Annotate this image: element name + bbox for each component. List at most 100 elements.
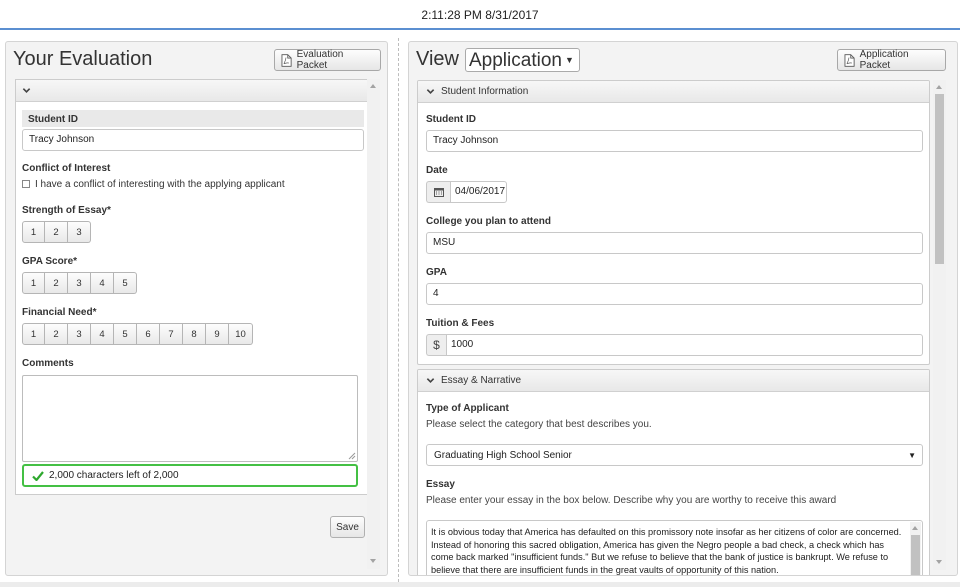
view-title: View Application ▼	[416, 48, 580, 72]
college-field[interactable]: MSU	[426, 232, 923, 254]
tuition-label: Tuition & Fees	[426, 318, 495, 329]
view-select[interactable]: Application ▼	[465, 48, 580, 72]
essay-strength-buttons: 1 2 3	[22, 221, 91, 243]
evaluation-packet-button[interactable]: Evaluation Packet	[274, 49, 381, 71]
financial-need-option[interactable]: 5	[114, 323, 137, 345]
applicant-type-label: Type of Applicant	[426, 403, 509, 414]
pdf-icon	[281, 53, 292, 67]
financial-need-option[interactable]: 6	[137, 323, 160, 345]
essay-strength-option[interactable]: 3	[68, 221, 91, 243]
conflict-label: Conflict of Interest	[22, 163, 111, 174]
financial-need-option[interactable]: 9	[206, 323, 229, 345]
essay-scroll-thumb[interactable]	[911, 535, 920, 575]
chevron-down-icon	[426, 89, 435, 94]
conflict-checkbox-label: I have a conflict of interesting with th…	[35, 179, 285, 190]
application-panel: View Application ▼ Application Packet Stud…	[408, 41, 958, 576]
student-id-label-row: Student ID	[22, 110, 364, 127]
comments-textarea[interactable]	[22, 375, 358, 462]
financial-need-option[interactable]: 7	[160, 323, 183, 345]
student-information-title: Student Information	[441, 86, 529, 97]
gpa-field[interactable]: 4	[426, 283, 923, 305]
applicant-type-value: Graduating High School Senior	[434, 449, 572, 461]
financial-need-option[interactable]: 4	[91, 323, 114, 345]
essay-strength-option[interactable]: 2	[45, 221, 68, 243]
application-packet-button[interactable]: Application Packet	[837, 49, 946, 71]
gpa-score-label: GPA Score*	[22, 256, 78, 267]
evaluation-section-header[interactable]	[16, 80, 371, 102]
date-value: 04/06/2017	[450, 181, 507, 203]
student-information-header[interactable]: Student Information	[418, 81, 929, 103]
dollar-icon: $	[426, 334, 446, 356]
gpa-score-option[interactable]: 2	[45, 272, 68, 294]
essay-strength-option[interactable]: 1	[22, 221, 45, 243]
applicant-type-help: Please select the category that best des…	[426, 419, 652, 430]
app-student-id-field[interactable]: Tracy Johnson	[426, 130, 923, 152]
app-student-id-label: Student ID	[426, 114, 476, 125]
gpa-score-option[interactable]: 4	[91, 272, 114, 294]
gpa-score-buttons: 1 2 3 4 5	[22, 272, 137, 294]
college-label: College you plan to attend	[426, 216, 552, 227]
scroll-up-icon[interactable]	[370, 84, 376, 88]
timestamp: 2:11:28 PM 8/31/2017	[421, 8, 539, 22]
character-count-text: 2,000 characters left of 2,000	[49, 470, 179, 481]
scroll-up-icon[interactable]	[936, 85, 942, 89]
gpa-score-option[interactable]: 3	[68, 272, 91, 294]
application-packet-label: Application Packet	[859, 49, 909, 71]
essay-narrative-section: Essay & Narrative Type of Applicant Plea…	[417, 369, 930, 575]
view-label: View	[416, 48, 459, 70]
scroll-down-icon[interactable]	[370, 559, 376, 563]
gpa-score-option[interactable]: 5	[114, 272, 137, 294]
scroll-down-icon[interactable]	[936, 560, 942, 564]
date-label: Date	[426, 165, 448, 176]
chevron-down-icon	[22, 88, 31, 93]
comments-label: Comments	[22, 358, 74, 369]
essay-scrollbar[interactable]	[910, 522, 921, 575]
conflict-checkbox-row[interactable]: I have a conflict of interesting with th…	[22, 179, 285, 190]
caret-down-icon: ▼	[564, 55, 574, 65]
financial-need-label: Financial Need*	[22, 307, 97, 318]
pdf-icon	[844, 53, 855, 67]
character-count: 2,000 characters left of 2,000	[22, 464, 358, 487]
checkmark-icon	[32, 470, 44, 481]
save-button[interactable]: Save	[330, 516, 365, 538]
scroll-up-icon[interactable]	[912, 526, 918, 530]
student-information-section: Student Information Student ID Tracy Joh…	[417, 80, 930, 365]
evaluation-panel: Your Evaluation Evaluation Packet Studen…	[5, 41, 388, 576]
gpa-score-option[interactable]: 1	[22, 272, 45, 294]
caret-down-icon: ▼	[908, 450, 916, 460]
essay-strength-label: Strength of Essay*	[22, 205, 111, 216]
chevron-down-icon	[426, 378, 435, 383]
conflict-checkbox[interactable]	[22, 180, 30, 188]
tuition-value: 1000	[446, 334, 923, 356]
financial-need-option[interactable]: 8	[183, 323, 206, 345]
applicant-type-select[interactable]: Graduating High School Senior ▼	[426, 444, 923, 466]
calendar-icon[interactable]	[426, 181, 450, 203]
pane-divider[interactable]	[398, 38, 399, 582]
gpa-label: GPA	[426, 267, 447, 278]
evaluation-packet-label: Evaluation Packet	[296, 49, 344, 71]
essay-textarea[interactable]: It is obvious today that America has def…	[426, 520, 923, 575]
essay-text: It is obvious today that America has def…	[431, 527, 902, 575]
financial-need-option[interactable]: 2	[45, 323, 68, 345]
resize-handle-icon[interactable]	[348, 452, 356, 460]
page-bottom-bar	[0, 582, 960, 587]
top-bar: 2:11:28 PM 8/31/2017	[0, 0, 960, 30]
application-scrollbar[interactable]	[933, 80, 946, 570]
essay-label: Essay	[426, 479, 455, 490]
evaluation-title: Your Evaluation	[13, 48, 153, 70]
financial-need-option[interactable]: 10	[229, 323, 253, 345]
essay-narrative-header[interactable]: Essay & Narrative	[418, 370, 929, 392]
date-field[interactable]: 04/06/2017	[426, 181, 507, 203]
essay-help: Please enter your essay in the box below…	[426, 495, 837, 506]
student-id-label: Student ID	[28, 114, 78, 125]
financial-need-buttons: 1 2 3 4 5 6 7 8 9 10	[22, 323, 253, 345]
view-select-value: Application	[469, 50, 562, 71]
tuition-field[interactable]: $ 1000	[426, 334, 923, 356]
student-id-field[interactable]: Tracy Johnson	[22, 129, 364, 151]
application-scroll-thumb[interactable]	[935, 94, 944, 264]
evaluation-scrollbar[interactable]	[367, 79, 380, 569]
financial-need-option[interactable]: 1	[22, 323, 45, 345]
evaluation-form: Student ID Tracy Johnson Conflict of Int…	[15, 79, 372, 495]
essay-narrative-title: Essay & Narrative	[441, 375, 522, 386]
financial-need-option[interactable]: 3	[68, 323, 91, 345]
